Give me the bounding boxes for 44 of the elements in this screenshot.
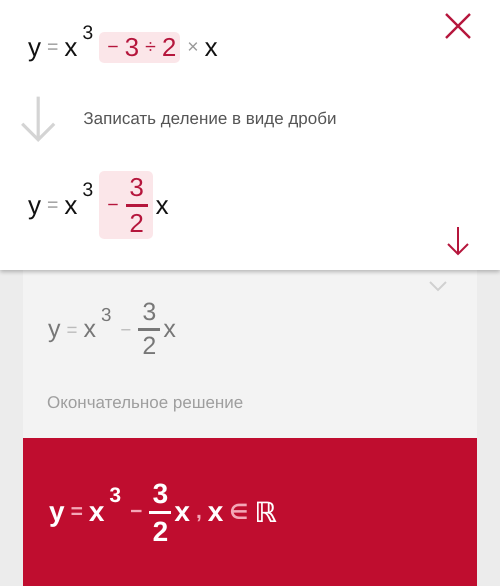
- math-variable: x: [206, 496, 224, 528]
- math-operator: =: [46, 194, 60, 217]
- fraction-denominator: 2: [142, 331, 156, 362]
- math-operator: −: [129, 500, 144, 524]
- math-operator: =: [70, 500, 84, 524]
- math-variable: y: [27, 32, 42, 64]
- math-variable: x: [204, 32, 219, 64]
- close-button[interactable]: [444, 12, 472, 40]
- math-variable: x: [173, 496, 191, 528]
- math-variable: x: [162, 315, 177, 344]
- math-variable: y: [47, 315, 62, 344]
- down-arrow-button[interactable]: [446, 226, 470, 256]
- math-operator: =: [66, 318, 78, 340]
- exponent: 3: [108, 484, 122, 508]
- fraction-denominator: 2: [152, 514, 168, 548]
- exponent: 3: [81, 179, 94, 202]
- fraction-numerator: 3: [142, 296, 156, 328]
- fraction-numerator: 3: [152, 476, 168, 510]
- math-number: 3: [124, 32, 140, 64]
- math-variable: x: [88, 496, 106, 528]
- math-operator: −: [119, 318, 132, 340]
- math-variable: x: [63, 32, 78, 64]
- math-operator: =: [46, 36, 60, 60]
- section-caption: Окончательное решение: [47, 392, 244, 414]
- math-operator: ×: [186, 36, 200, 60]
- math-number: 2: [160, 32, 178, 64]
- fraction-denominator: 2: [129, 206, 144, 240]
- math-variable: y: [48, 496, 66, 528]
- math-operator: ÷: [144, 36, 157, 60]
- math-operator: −: [106, 36, 120, 60]
- math-operator: ∈: [228, 500, 250, 524]
- math-operator: −: [106, 194, 120, 217]
- fraction-numerator: 3: [129, 171, 144, 204]
- step-description: Записать деление в виде дроби: [83, 108, 336, 129]
- exponent: 3: [81, 22, 94, 45]
- math-variable: x: [82, 315, 97, 344]
- math-variable: x: [63, 190, 78, 221]
- exponent: 3: [100, 304, 112, 326]
- math-variable: ℝ: [253, 496, 278, 528]
- math-variable: x: [154, 190, 170, 221]
- down-arrow-icon: [446, 226, 470, 256]
- math-operator: ,: [194, 500, 203, 524]
- math-variable: y: [27, 190, 42, 221]
- down-arrow-icon: [19, 94, 58, 143]
